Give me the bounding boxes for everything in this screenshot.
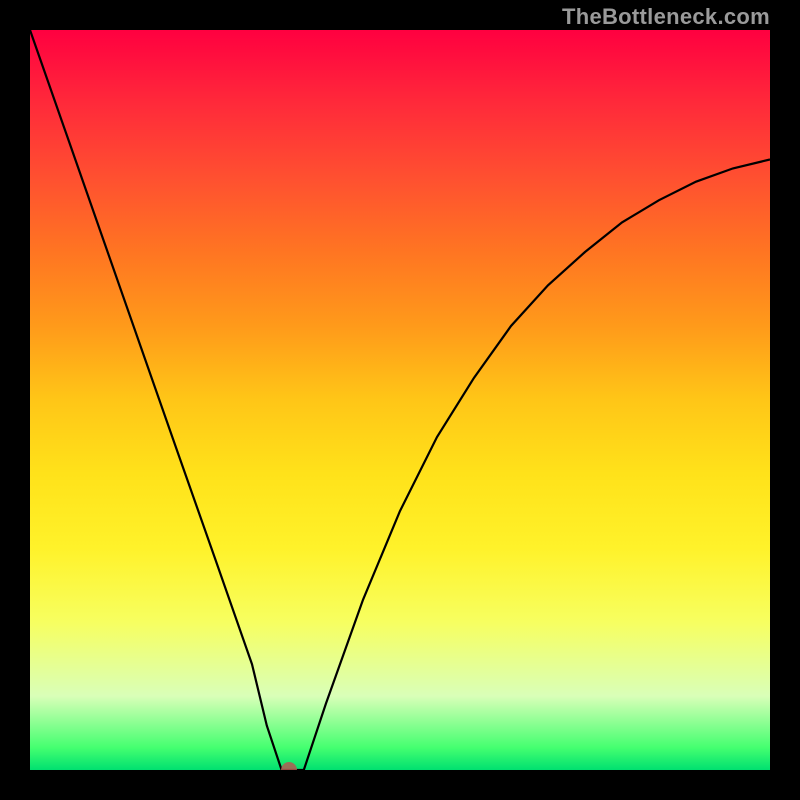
chart-frame: TheBottleneck.com	[0, 0, 800, 800]
min-marker	[281, 762, 297, 770]
bottleneck-curve	[30, 30, 770, 770]
plot-area	[30, 30, 770, 770]
watermark-text: TheBottleneck.com	[562, 4, 770, 30]
curve-svg	[30, 30, 770, 770]
